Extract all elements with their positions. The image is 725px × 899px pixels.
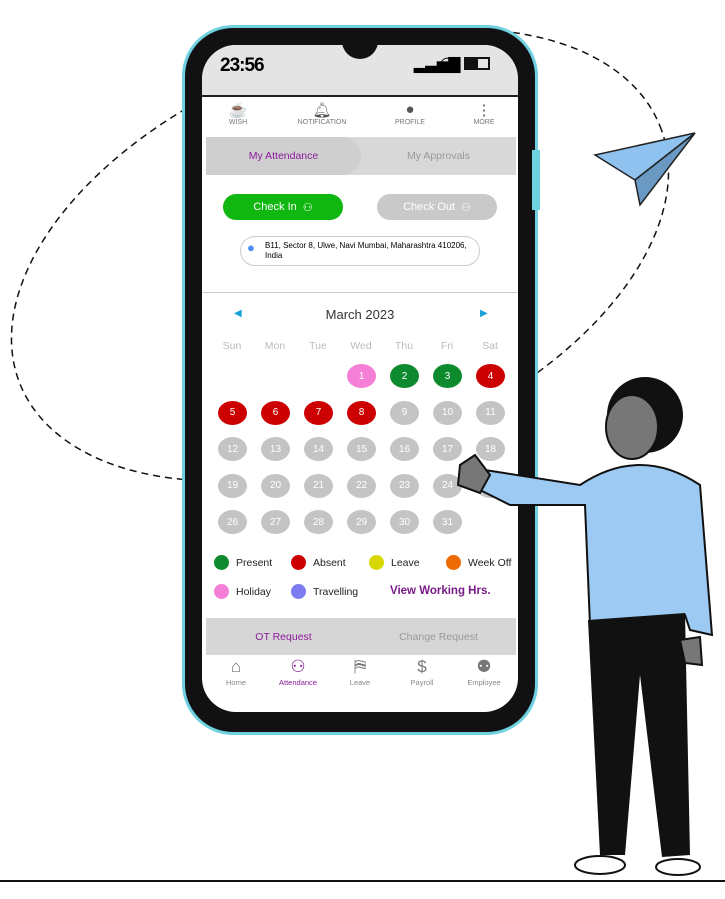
weekday-label: Thu xyxy=(394,340,414,352)
calendar-day[interactable]: 12 xyxy=(218,437,247,461)
exit-door-icon: ⛿ xyxy=(353,657,367,676)
more-vertical-icon: ⋮ xyxy=(476,102,492,119)
weekday-label: Tue xyxy=(309,340,327,352)
bottom-nav-home[interactable]: ⌂ Home xyxy=(205,657,267,687)
check-in-button[interactable]: Check In ⚇ xyxy=(223,194,343,220)
bottom-nav-attendance[interactable]: ⚇ Attendance xyxy=(267,657,329,687)
calendar-day[interactable]: 27 xyxy=(261,510,290,534)
check-out-button[interactable]: Check Out ⚇ xyxy=(377,194,497,220)
tab-my-approvals[interactable]: My Approvals xyxy=(361,137,516,175)
bottom-nav-label: Payroll xyxy=(410,678,434,687)
calendar-day[interactable]: 20 xyxy=(261,473,290,498)
weekday-label: Sat xyxy=(482,340,498,352)
calendar-day[interactable]: 8 xyxy=(347,400,376,425)
divider xyxy=(202,292,518,293)
camera-notch xyxy=(342,45,378,59)
legend-dot-leave xyxy=(369,555,384,570)
bottom-nav-leave[interactable]: ⛿ Leave xyxy=(329,657,391,687)
calendar-day[interactable]: 29 xyxy=(347,510,376,534)
legend-dot-absent xyxy=(291,555,306,570)
person-illustration xyxy=(456,377,714,876)
calendar-month-title: March 2023 xyxy=(325,307,395,322)
legend-item: Leave xyxy=(369,555,420,570)
legend-label: Absent xyxy=(313,556,346,569)
calendar-day[interactable]: 6 xyxy=(261,400,290,425)
location-field: ● B11, Sector 8, Ulwe, Navi Mumbai, Maha… xyxy=(240,236,480,266)
calendar-day[interactable]: 21 xyxy=(304,473,333,498)
user-check-out-icon: ⚇ xyxy=(461,201,471,214)
clock: 23:56 xyxy=(220,55,265,76)
bottom-nav-label: Leave xyxy=(349,678,371,687)
calendar-day[interactable]: 19 xyxy=(218,473,247,498)
legend-dot-holiday xyxy=(214,584,229,599)
calendar-day[interactable]: 15 xyxy=(347,437,376,461)
legend-item: Holiday xyxy=(214,584,271,599)
wifi-icon: ◠ xyxy=(440,55,454,72)
legend-item: Travelling xyxy=(291,584,358,599)
legend-item: Present xyxy=(214,555,272,570)
top-nav-notification[interactable]: 🔔︎ NOTIFICATION xyxy=(292,101,352,126)
bottom-nav-label: Attendance xyxy=(279,678,317,687)
weekday-label: Wed xyxy=(350,340,372,352)
phone-side-button xyxy=(532,150,540,210)
paper-plane-illustration xyxy=(593,132,696,207)
user-check-in-icon: ⚇ xyxy=(302,201,313,214)
legend-label: Present xyxy=(236,556,273,569)
calendar-day[interactable]: 7 xyxy=(304,400,333,425)
legend-dot-travelling xyxy=(291,584,306,599)
weekday-label: Mon xyxy=(264,340,286,352)
calendar-day[interactable]: 9 xyxy=(390,400,419,425)
attendance-icon: ⚇ xyxy=(290,657,306,676)
weekday-label: Sun xyxy=(222,340,242,352)
legend-label: Leave xyxy=(391,556,420,569)
tab-bar: My Attendance My Approvals xyxy=(206,137,516,175)
calendar-day[interactable]: 13 xyxy=(261,437,290,461)
battery-icon xyxy=(464,57,490,70)
bottom-nav-label: Home xyxy=(225,678,246,687)
legend-label: Travelling xyxy=(313,585,359,598)
tab-my-attendance[interactable]: My Attendance xyxy=(206,137,361,175)
calendar-day[interactable]: 30 xyxy=(390,510,419,534)
calendar-day[interactable]: 26 xyxy=(218,510,247,534)
legend-label: Holiday xyxy=(236,585,272,598)
top-nav-more[interactable]: ⋮ MORE xyxy=(454,101,514,126)
location-pin-icon: ● xyxy=(247,240,255,255)
legend-dot-present xyxy=(214,555,229,570)
home-icon: ⌂ xyxy=(230,657,242,676)
calendar-day[interactable]: 1 xyxy=(347,364,376,388)
calendar-day[interactable]: 28 xyxy=(304,510,333,534)
calendar-day[interactable]: 22 xyxy=(347,473,376,498)
address-text: B11, Sector 8, Ulwe, Navi Mumbai, Mahara… xyxy=(265,241,467,260)
calendar-day[interactable]: 5 xyxy=(218,400,247,425)
calendar-day[interactable]: 2 xyxy=(390,364,419,388)
weekday-label: Fri xyxy=(440,340,454,352)
profile-icon: ● xyxy=(405,101,415,118)
bell-icon: 🔔︎ xyxy=(312,102,332,119)
calendar-day[interactable]: 23 xyxy=(390,473,419,498)
ot-request-button[interactable]: OT Request xyxy=(206,618,361,655)
calendar-day[interactable]: 16 xyxy=(390,437,419,461)
calendar-day[interactable]: 14 xyxy=(304,437,333,461)
tea-cup-icon: ☕ xyxy=(228,102,248,119)
status-bar: 23:56 ▂▃▅▇ ◠ xyxy=(202,45,518,97)
top-nav-profile[interactable]: ● PROFILE xyxy=(380,101,440,126)
top-nav-wish[interactable]: ☕ WISH xyxy=(208,101,268,126)
legend-item: Absent xyxy=(291,555,346,570)
next-month-arrow[interactable]: ▶ xyxy=(480,308,488,319)
